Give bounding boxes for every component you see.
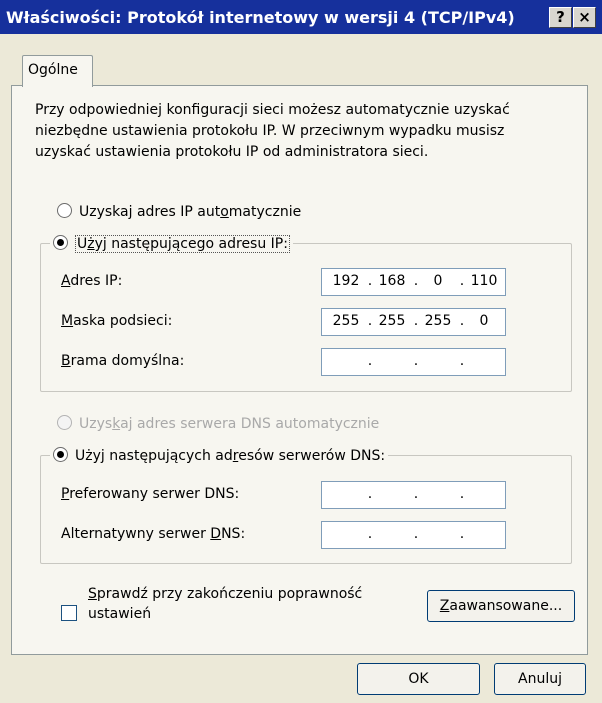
tab-general[interactable]: Ogólne xyxy=(22,55,93,87)
advanced-button[interactable]: Zaawansowane... xyxy=(427,590,575,622)
validate-settings-label[interactable]: Sprawdź przy zakończeniu poprawność usta… xyxy=(88,584,362,624)
radio-obtain-dns-auto[interactable]: Uzyskaj adres serwera DNS automatycznie xyxy=(57,415,379,432)
radio-use-following-ip-label: Użyj następującego adresu IP: xyxy=(75,235,290,253)
ip-address-input[interactable]: 192. 168. 0. 110 xyxy=(321,268,506,296)
window-title: Właściwości: Protokół internetowy w wers… xyxy=(6,8,515,27)
radio-use-following-dns[interactable]: Użyj następujących adresów serwerów DNS: xyxy=(50,447,389,464)
subnet-mask-label: Maska podsieci: xyxy=(61,313,173,329)
radio-use-following-dns-circle[interactable] xyxy=(53,447,68,462)
help-button[interactable]: ? xyxy=(549,7,572,28)
radio-obtain-ip-auto-circle[interactable] xyxy=(57,203,72,218)
radio-use-following-ip-circle[interactable] xyxy=(53,235,68,250)
intro-text: Przy odpowiedniej konfiguracji sieci moż… xyxy=(35,100,555,163)
subnet-mask-input[interactable]: 255. 255. 255. 0 xyxy=(321,308,506,336)
intro-line-2: niezbędne ustawienia protokołu IP. W prz… xyxy=(35,123,505,139)
alternate-dns-input[interactable]: . . . xyxy=(321,521,506,549)
default-gateway-label: Brama domyślna: xyxy=(61,353,185,369)
ip-address-label: Adres IP: xyxy=(61,273,123,289)
general-panel: Przy odpowiedniej konfiguracji sieci moż… xyxy=(11,85,588,655)
radio-obtain-dns-auto-label: Uzyskaj adres serwera DNS automatycznie xyxy=(79,416,380,432)
preferred-dns-label: Preferowany serwer DNS: xyxy=(61,486,240,502)
radio-obtain-ip-auto-label: Uzyskaj adres IP automatycznie xyxy=(79,204,302,220)
validate-settings-checkbox[interactable] xyxy=(61,605,77,621)
preferred-dns-input[interactable]: . . . xyxy=(321,481,506,509)
default-gateway-input[interactable]: . . . xyxy=(321,348,506,376)
radio-use-following-dns-label: Użyj następujących adresów serwerów DNS: xyxy=(75,448,386,464)
alternate-dns-label: Alternatywny serwer DNS: xyxy=(61,526,246,542)
intro-line-3: uzyskać ustawienia protokołu IP od admin… xyxy=(35,144,429,160)
tab-general-label: Ogólne xyxy=(28,62,78,78)
cancel-button[interactable]: Anuluj xyxy=(494,663,586,695)
close-button[interactable]: × xyxy=(573,7,596,28)
radio-use-following-ip[interactable]: Użyj następującego adresu IP: xyxy=(50,235,293,253)
ok-button[interactable]: OK xyxy=(357,663,480,695)
radio-obtain-dns-auto-circle[interactable] xyxy=(57,415,72,430)
radio-obtain-ip-auto[interactable]: Uzyskaj adres IP automatycznie xyxy=(57,203,301,220)
title-bar[interactable]: Właściwości: Protokół internetowy w wers… xyxy=(0,0,602,34)
intro-line-1: Przy odpowiedniej konfiguracji sieci moż… xyxy=(35,102,510,118)
